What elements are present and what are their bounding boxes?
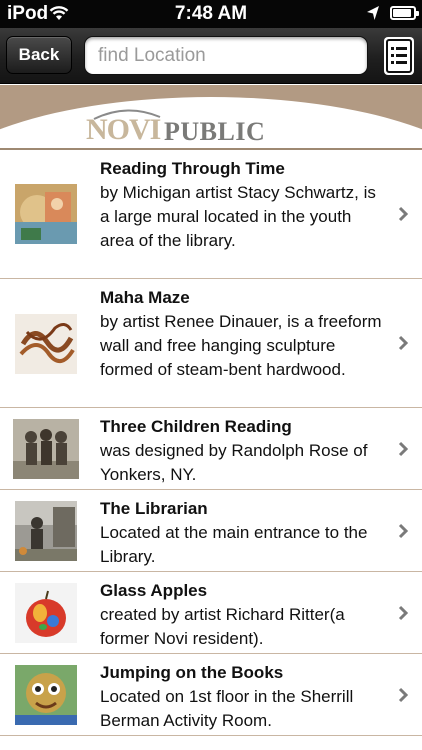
item-description: created by artist Richard Ritter(a forme… [100, 605, 345, 648]
location-arrow-icon [367, 6, 379, 20]
apple-thumbnail [15, 583, 77, 643]
artwork-list: Reading Through Time by Michigan artist … [0, 150, 422, 736]
list-icon [386, 39, 412, 73]
navigation-bar: Back [0, 28, 422, 84]
item-title: The Librarian [100, 499, 208, 518]
item-title: Jumping on the Books [100, 663, 284, 682]
back-button[interactable]: Back [6, 36, 72, 74]
chevron-right-icon [398, 206, 408, 222]
logo-library-text: PUBLIC LIBRARY [164, 117, 286, 150]
item-description: Located on 1st floor in the Sherrill Ber… [100, 687, 354, 730]
chevron-right-icon [398, 523, 408, 539]
list-view-button[interactable] [384, 37, 414, 75]
chevron-right-icon [398, 605, 408, 621]
item-title: Glass Apples [100, 581, 208, 600]
mosaic-thumbnail [15, 665, 77, 725]
logo-novi-text: NOVI [86, 113, 161, 146]
item-title: Maha Maze [100, 288, 190, 307]
battery-fill [393, 9, 411, 17]
library-banner: NOVI PUBLIC LIBRARY [0, 85, 422, 150]
clock: 7:48 AM [174, 3, 248, 24]
status-bar: iPod 7:48 AM [0, 0, 422, 28]
chevron-right-icon [398, 687, 408, 703]
library-logo: NOVI PUBLIC LIBRARY [86, 107, 366, 150]
item-description: by Michigan artist Stacy Schwartz, is a … [100, 183, 376, 250]
list-item[interactable]: Glass Apples created by artist Richard R… [0, 572, 422, 654]
battery-icon [390, 6, 419, 20]
search-input[interactable] [84, 36, 368, 75]
statue-thumbnail [13, 419, 79, 479]
list-item[interactable]: Maha Maze by artist Renee Dinauer, is a … [0, 279, 422, 408]
item-title: Reading Through Time [100, 159, 285, 178]
item-description: was designed by Randolph Rose of Yonkers… [100, 441, 368, 484]
sculpture-thumbnail [15, 314, 77, 374]
librarian-thumbnail [15, 501, 77, 561]
list-item[interactable]: Jumping on the Books Located on 1st floo… [0, 654, 422, 736]
item-description: by artist Renee Dinauer, is a freeform w… [100, 312, 382, 379]
chevron-right-icon [398, 335, 408, 351]
mural-thumbnail [15, 184, 77, 244]
list-item[interactable]: Three Children Reading was designed by R… [0, 408, 422, 490]
item-title: Three Children Reading [100, 417, 292, 436]
item-description: Located at the main entrance to the Libr… [100, 523, 368, 566]
chevron-right-icon [398, 441, 408, 457]
list-item[interactable]: The Librarian Located at the main entran… [0, 490, 422, 572]
list-item[interactable]: Reading Through Time by Michigan artist … [0, 150, 422, 279]
